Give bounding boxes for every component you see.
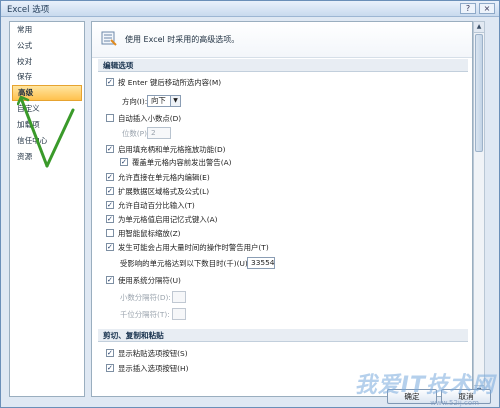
cells-affected-row: 受影响的单元格达到以下数目时(千)(U):	[120, 259, 251, 268]
sidebar-item-trust-center[interactable]: 信任中心	[10, 133, 84, 149]
checkbox-system-separators[interactable]	[106, 276, 114, 284]
advanced-options-panel: 使用 Excel 时采用的高级选项。 编辑选项 按 Enter 键后移动所选内容…	[91, 21, 473, 397]
option-auto-percent[interactable]: 允许自动百分比输入(T)	[106, 200, 195, 212]
option-edit-in-cell[interactable]: 允许直接在单元格内编辑(E)	[106, 172, 210, 184]
sidebar-item-formulas[interactable]: 公式	[10, 38, 84, 54]
option-alert-slow[interactable]: 发生可能会占用大量时间的操作时警告用户(T)	[106, 242, 269, 254]
option-enter-move[interactable]: 按 Enter 键后移动所选内容(M)	[106, 77, 221, 89]
scrollbar-thumb[interactable]	[475, 34, 483, 152]
watermark-url: www.52ij.com	[430, 399, 479, 407]
decimal-separator-row: 小数分隔符(D):	[120, 293, 171, 302]
close-button[interactable]: ×	[479, 3, 495, 14]
options-scrollbar[interactable]: ▲ ▼	[473, 21, 485, 397]
option-overwrite-alert[interactable]: 覆盖单元格内容前发出警告(A)	[120, 157, 232, 169]
option-system-separators[interactable]: 使用系统分隔符(U)	[106, 275, 181, 287]
panel-description: 使用 Excel 时采用的高级选项。	[125, 35, 240, 44]
checkbox-intellimouse[interactable]	[106, 229, 114, 237]
direction-row: 方向(I):	[122, 97, 148, 106]
help-button[interactable]: ?	[460, 3, 476, 14]
window-title: Excel 选项	[7, 5, 50, 15]
direction-select[interactable]: 向下 ▼	[147, 95, 181, 107]
option-fill-handle[interactable]: 启用填充柄和单元格拖放功能(D)	[106, 144, 226, 156]
option-autocomplete[interactable]: 为单元格值启用记忆式键入(A)	[106, 214, 218, 226]
sidebar-item-customize[interactable]: 自定义	[10, 101, 84, 117]
checkbox-enter-move[interactable]	[106, 78, 114, 86]
checkbox-autocomplete[interactable]	[106, 215, 114, 223]
thousands-separator-input[interactable]	[172, 308, 186, 320]
sidebar-item-addins[interactable]: 加载项	[10, 117, 84, 133]
checkbox-extend-formats[interactable]	[106, 187, 114, 195]
watermark-text: 我爱IT技术网	[354, 373, 495, 398]
checkbox-alert-slow[interactable]	[106, 243, 114, 251]
sidebar-item-save[interactable]: 保存	[10, 69, 84, 85]
sidebar-item-advanced[interactable]: 高级	[12, 85, 82, 102]
scroll-up-icon[interactable]: ▲	[474, 22, 484, 33]
sidebar-item-common[interactable]: 常用	[10, 22, 84, 38]
decimal-places-row: 位数(P):	[122, 129, 150, 138]
options-sidebar: 常用 公式 校对 保存 高级 自定义 加载项 信任中心 资源	[9, 21, 85, 397]
section-clipboard: 剪切、复制和粘贴	[98, 329, 468, 342]
checkbox-auto-decimal[interactable]	[106, 114, 114, 122]
sidebar-item-proofing[interactable]: 校对	[10, 54, 84, 70]
thousands-separator-row: 千位分隔符(T):	[120, 310, 170, 319]
sidebar-item-resources[interactable]: 资源	[10, 149, 84, 165]
option-show-paste-options[interactable]: 显示粘贴选项按钮(S)	[106, 348, 188, 360]
checkbox-overwrite-alert[interactable]	[120, 158, 128, 166]
section-edit-options: 编辑选项	[98, 59, 468, 72]
checkbox-show-insert-options[interactable]	[106, 364, 114, 372]
decimal-separator-input[interactable]	[172, 291, 186, 303]
decimal-places-spinner[interactable]: 2	[147, 127, 171, 139]
checkbox-show-paste-options[interactable]	[106, 349, 114, 357]
title-bar: Excel 选项 ? ×	[1, 1, 499, 17]
option-extend-formats[interactable]: 扩展数据区域格式及公式(L)	[106, 186, 209, 198]
panel-header: 使用 Excel 时采用的高级选项。	[92, 22, 472, 58]
cells-affected-input[interactable]: 33554	[247, 257, 275, 269]
checkbox-edit-in-cell[interactable]	[106, 173, 114, 181]
option-auto-decimal[interactable]: 自动插入小数点(D)	[106, 113, 181, 125]
checkbox-auto-percent[interactable]	[106, 201, 114, 209]
excel-options-window: Excel 选项 ? × 常用 公式 校对 保存 高级 自定义 加载项 信任中心…	[0, 0, 500, 408]
checkbox-fill-handle[interactable]	[106, 145, 114, 153]
advanced-options-icon	[101, 31, 117, 46]
chevron-down-icon[interactable]: ▼	[170, 96, 180, 106]
option-show-insert-options[interactable]: 显示插入选项按钮(H)	[106, 363, 188, 375]
option-intellimouse[interactable]: 用智能鼠标缩放(Z)	[106, 228, 181, 240]
